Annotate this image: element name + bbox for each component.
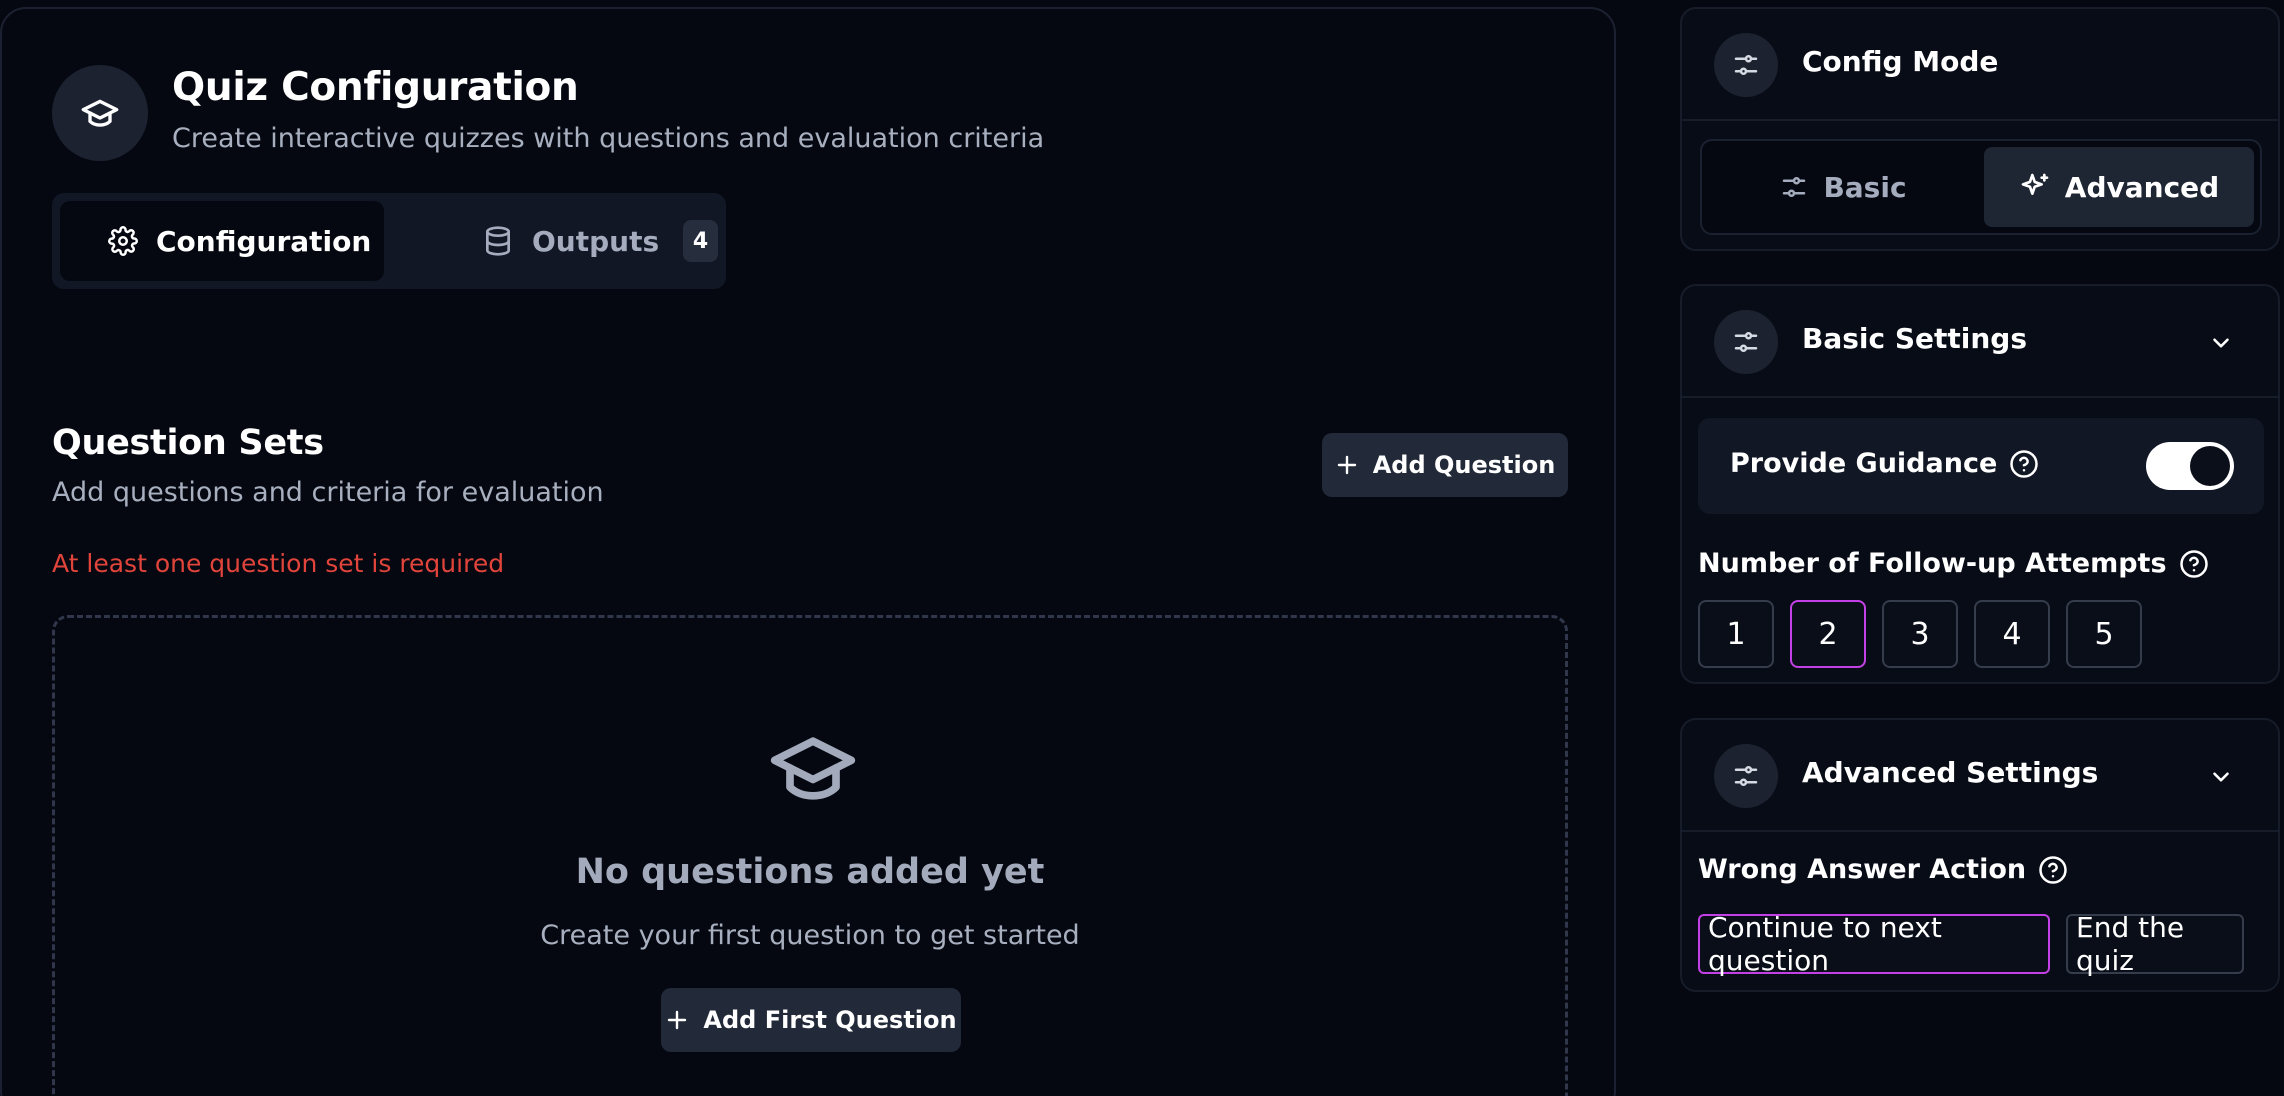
- basic-settings-icon-circle: [1714, 310, 1778, 374]
- plus-icon: [1335, 453, 1359, 477]
- graduation-cap-icon: [767, 722, 859, 814]
- basic-settings-card: Basic Settings Provide Guidance Number o…: [1680, 284, 2280, 684]
- wrong-answer-options: Continue to next question End the quiz: [1698, 911, 2244, 977]
- mode-advanced-label: Advanced: [2064, 170, 2220, 204]
- provide-guidance-label-group: Provide Guidance: [1730, 448, 2039, 479]
- tab-configuration-label: Configuration: [156, 224, 372, 258]
- provide-guidance-toggle[interactable]: [2146, 442, 2234, 490]
- empty-state: No questions added yet Create your first…: [52, 615, 1568, 1096]
- add-first-question-label: Add First Question: [703, 1006, 957, 1034]
- config-mode-header: Config Mode: [1682, 9, 2278, 121]
- follow-up-attempts-label-group: Number of Follow-up Attempts: [1698, 548, 2209, 579]
- provide-guidance-label: Provide Guidance: [1730, 448, 1998, 479]
- tab-configuration[interactable]: Configuration: [60, 201, 384, 281]
- provide-guidance-row: Provide Guidance: [1698, 418, 2264, 514]
- continue-to-next-question-option[interactable]: Continue to next question: [1698, 911, 2050, 977]
- basic-settings-header[interactable]: Basic Settings: [1682, 286, 2278, 398]
- help-circle-icon[interactable]: [2179, 549, 2209, 579]
- question-sets-title: Question Sets: [52, 423, 324, 463]
- add-question-label: Add Question: [1372, 451, 1556, 479]
- advanced-settings-header[interactable]: Advanced Settings: [1682, 720, 2278, 832]
- sliders-icon: [1731, 50, 1761, 80]
- mode-basic-option[interactable]: Basic: [1708, 147, 1978, 227]
- basic-settings-title: Basic Settings: [1802, 322, 2028, 355]
- attempt-option-5[interactable]: 5: [2066, 600, 2142, 668]
- attempt-option-4[interactable]: 4: [1974, 600, 2050, 668]
- graduation-cap-icon: [80, 93, 120, 133]
- tab-outputs-label: Outputs: [532, 224, 660, 258]
- wrong-answer-label: Wrong Answer Action: [1698, 854, 2027, 885]
- sliders-icon: [1731, 327, 1761, 357]
- attempt-option-3[interactable]: 3: [1882, 600, 1958, 668]
- end-the-quiz-option[interactable]: End the quiz: [2066, 911, 2244, 977]
- follow-up-attempts-label: Number of Follow-up Attempts: [1698, 548, 2167, 579]
- toggle-knob: [2190, 446, 2230, 486]
- header-icon-circle: [52, 65, 148, 161]
- config-mode-title: Config Mode: [1802, 45, 1999, 78]
- plus-icon: [665, 1008, 689, 1032]
- config-mode-switch: Basic Advanced: [1700, 139, 2262, 235]
- tab-outputs[interactable]: Outputs 4: [428, 201, 718, 281]
- advanced-settings-icon-circle: [1714, 744, 1778, 808]
- chevron-down-icon[interactable]: [2208, 764, 2234, 790]
- page-title: Quiz Configuration: [172, 65, 579, 110]
- sliders-icon: [1731, 761, 1761, 791]
- add-question-button[interactable]: Add Question: [1322, 433, 1568, 497]
- empty-state-title: No questions added yet: [575, 852, 1045, 892]
- attempt-option-2[interactable]: 2: [1790, 600, 1866, 668]
- advanced-settings-card: Advanced Settings Wrong Answer Action Co…: [1680, 718, 2280, 992]
- outputs-count-badge: 4: [683, 220, 718, 262]
- attempt-option-1[interactable]: 1: [1698, 600, 1774, 668]
- sparkles-icon: [2019, 171, 2051, 203]
- config-mode-icon-circle: [1714, 33, 1778, 97]
- empty-state-subtitle: Create your first question to get starte…: [540, 920, 1080, 951]
- sliders-icon: [1779, 172, 1809, 202]
- help-circle-icon[interactable]: [2009, 449, 2039, 479]
- page-subtitle: Create interactive quizzes with question…: [172, 123, 1045, 154]
- config-mode-card: Config Mode Basic Advanced: [1680, 7, 2280, 251]
- tab-bar: Configuration Outputs 4: [52, 193, 726, 289]
- gear-icon: [108, 226, 138, 256]
- advanced-settings-title: Advanced Settings: [1802, 756, 2099, 789]
- database-icon: [482, 225, 514, 257]
- follow-up-attempts-options: 1 2 3 4 5: [1698, 600, 2142, 668]
- mode-basic-label: Basic: [1823, 170, 1907, 204]
- mode-advanced-option[interactable]: Advanced: [1984, 147, 2254, 227]
- add-first-question-button[interactable]: Add First Question: [661, 988, 961, 1052]
- quiz-configuration-panel: Quiz Configuration Create interactive qu…: [0, 7, 1616, 1096]
- wrong-answer-label-group: Wrong Answer Action: [1698, 854, 2068, 885]
- validation-error: At least one question set is required: [52, 549, 505, 578]
- chevron-down-icon[interactable]: [2208, 330, 2234, 356]
- question-sets-subtitle: Add questions and criteria for evaluatio…: [52, 477, 604, 508]
- help-circle-icon[interactable]: [2038, 855, 2068, 885]
